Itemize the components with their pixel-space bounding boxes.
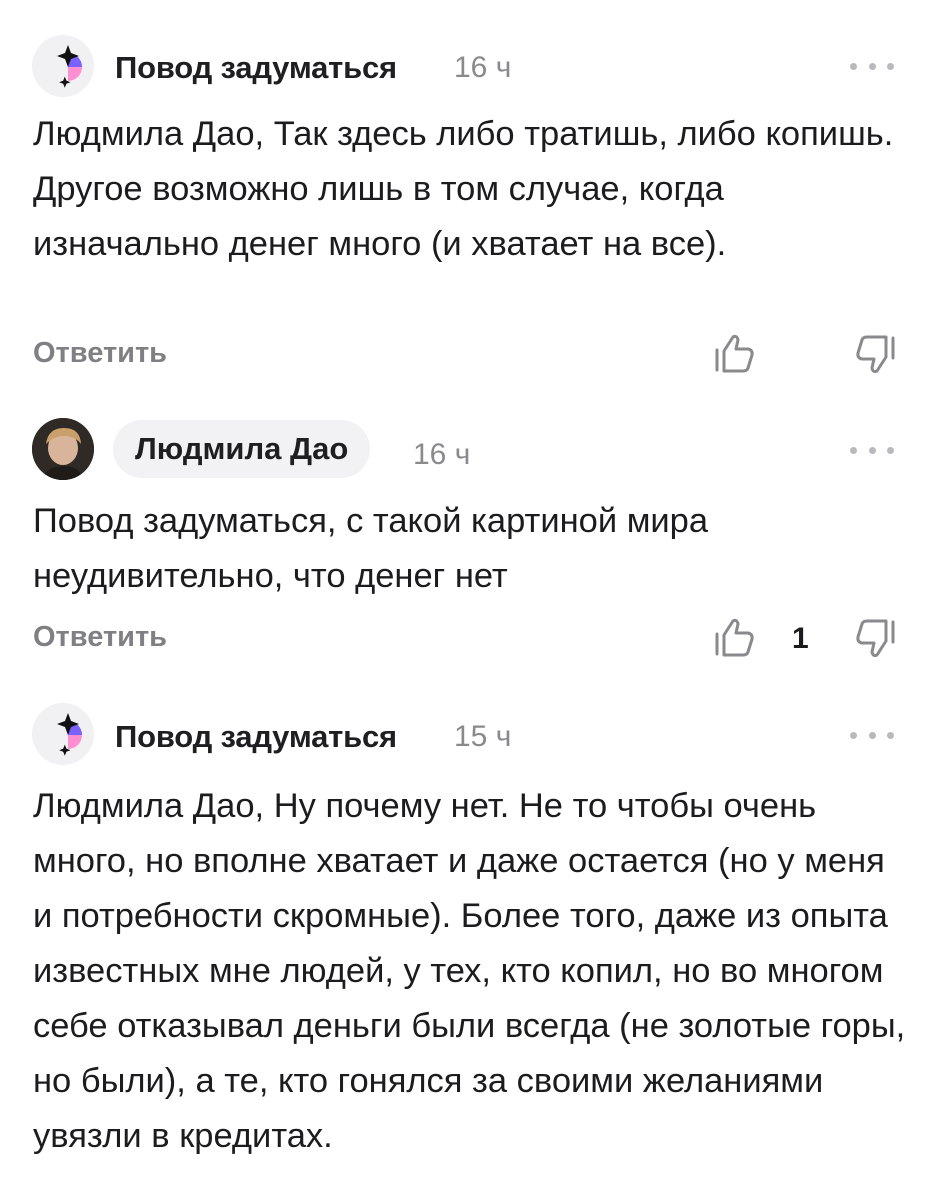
more-dots-icon[interactable] (850, 725, 894, 745)
comment-author[interactable]: Повод задуматься (115, 719, 397, 755)
channel-avatar[interactable] (32, 703, 94, 765)
brand-logo-icon (57, 713, 82, 756)
comment-time: 15 ч (454, 720, 512, 753)
comment-text: Людмила Дао, Ну почему нет. Не то чтобы … (33, 787, 906, 1155)
comment-3: Повод задуматься 15 ч Людмила Дао, Ну по… (0, 0, 941, 1200)
